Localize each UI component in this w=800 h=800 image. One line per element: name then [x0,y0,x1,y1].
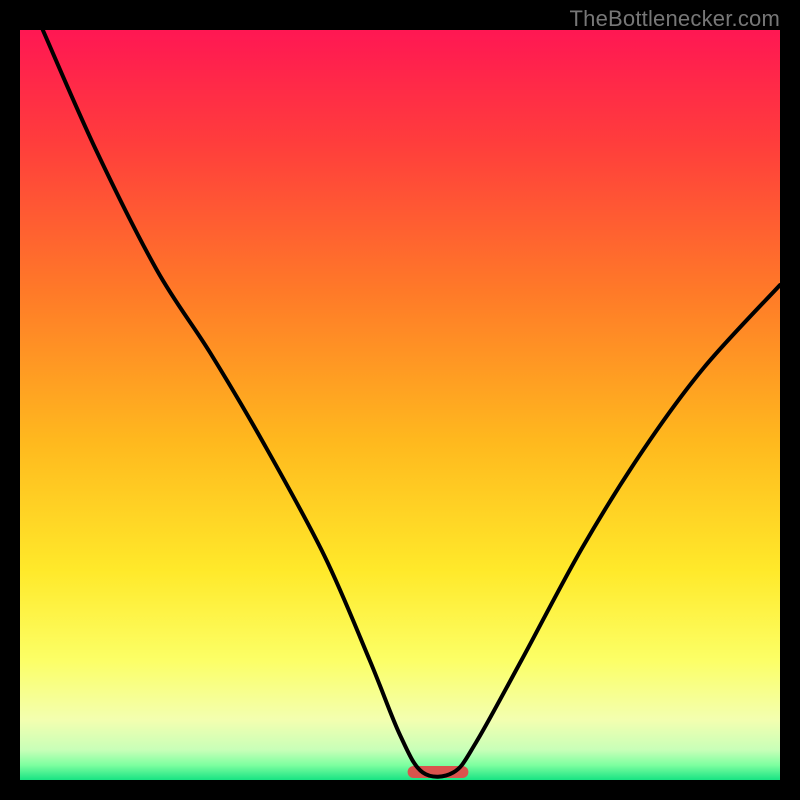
chart-frame [20,30,780,780]
chart-background [20,30,780,780]
watermark-text: TheBottlenecker.com [570,6,780,32]
bottleneck-chart [20,30,780,780]
